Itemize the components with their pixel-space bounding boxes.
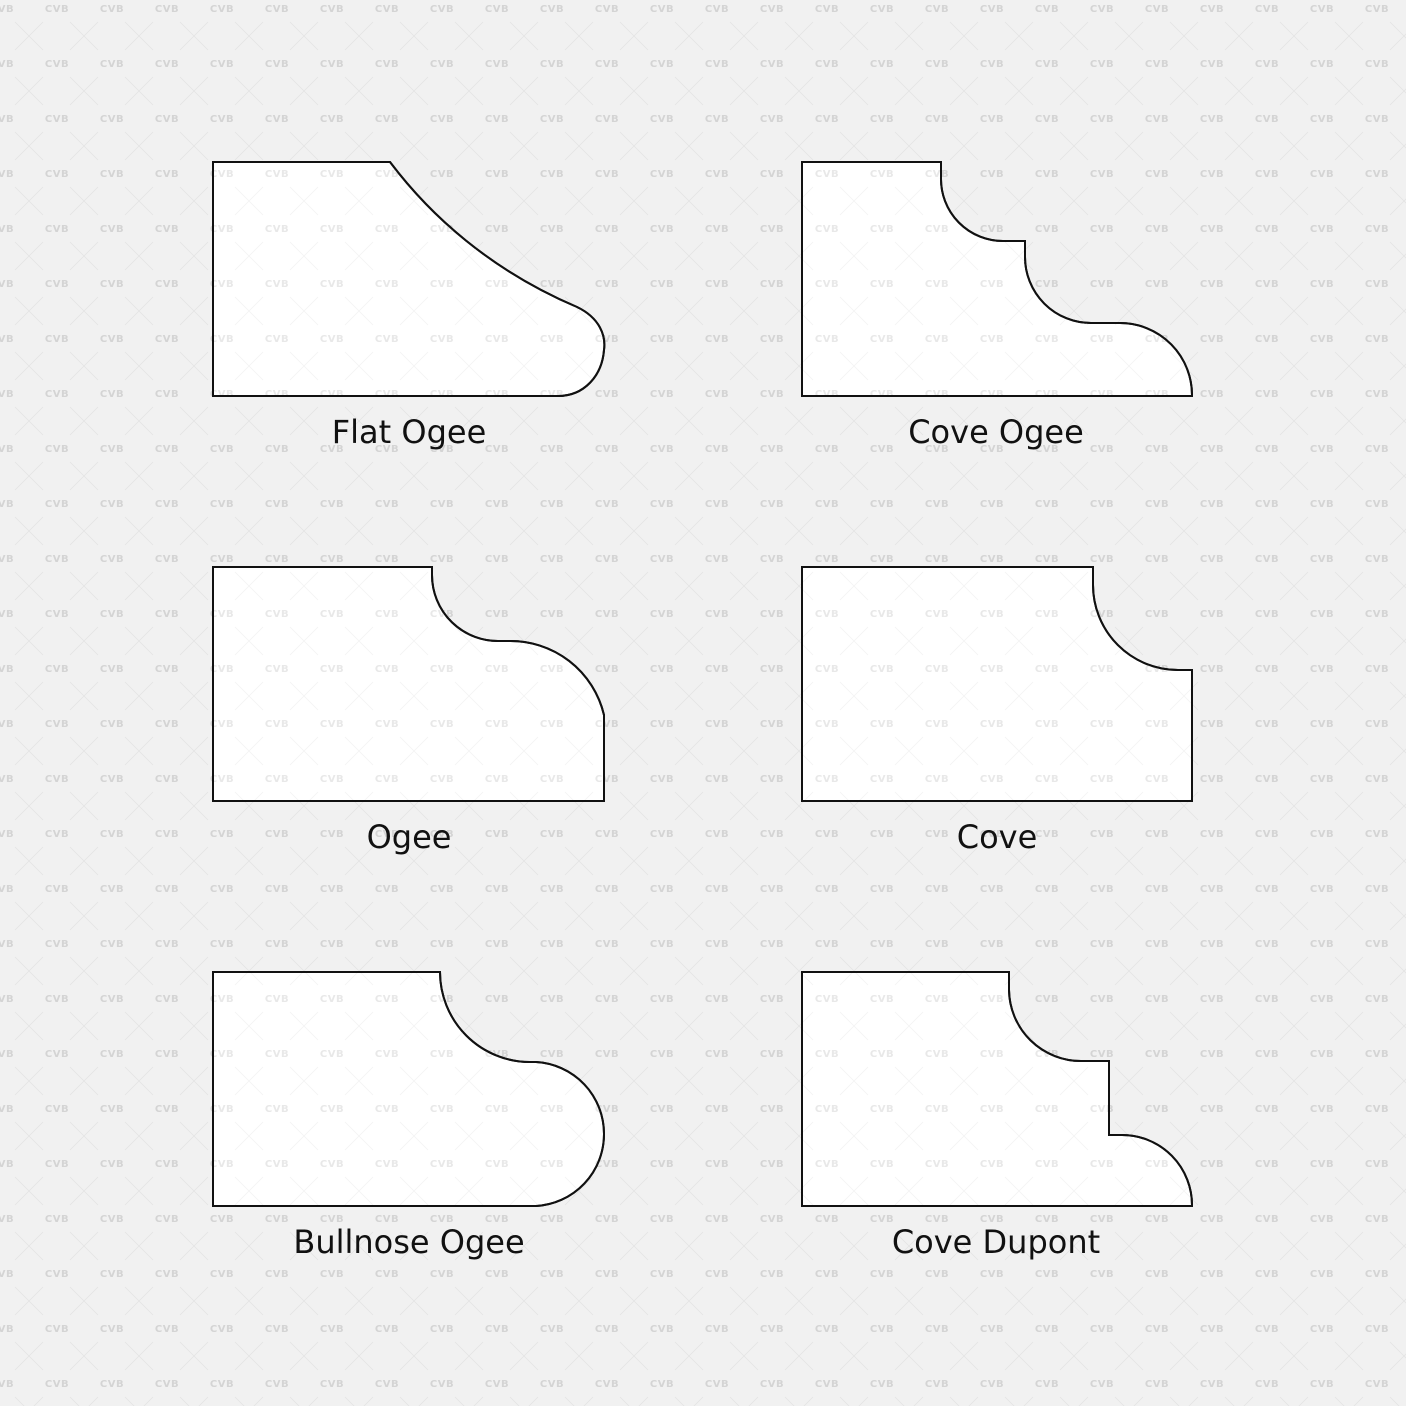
label-cove-ogee: Cove Ogee — [908, 413, 1084, 451]
label-cove: Cove — [957, 818, 1038, 856]
label-cove-dupont: Cove Dupont — [892, 1223, 1100, 1261]
edge-profile-diagram: CVB CVB CVB CVB Flat Ogee Cove Ogee Ogee — [0, 0, 1406, 1406]
label-flat-ogee: Flat Ogee — [332, 413, 487, 451]
label-bullnose-ogee: Bullnose Ogee — [293, 1223, 524, 1261]
label-ogee: Ogee — [367, 818, 452, 856]
watermark-background — [0, 0, 1406, 1406]
